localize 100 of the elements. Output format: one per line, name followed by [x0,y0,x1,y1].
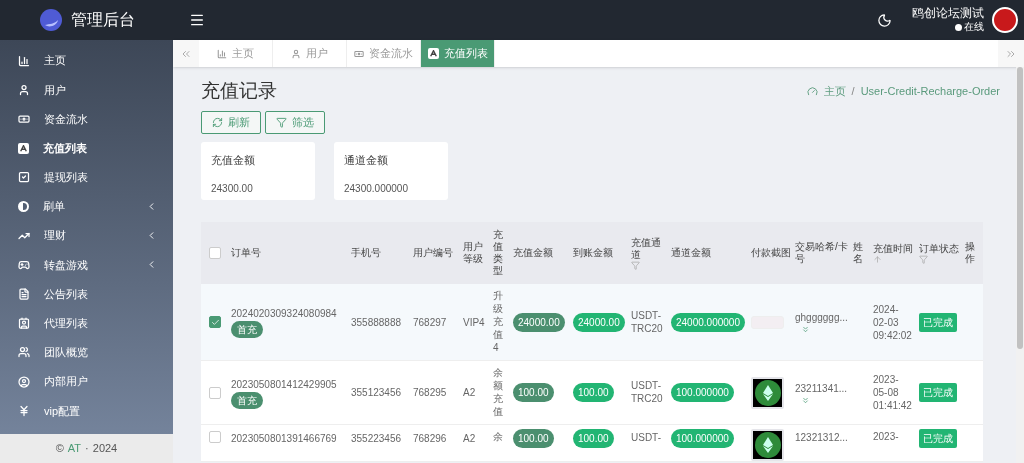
avatar[interactable] [992,7,1018,33]
column-header[interactable]: 交易哈希/卡号 [795,241,849,265]
scroll-right-button[interactable] [998,40,1024,67]
channel-amount-pill: 24000.000000 [671,312,745,332]
sidebar-item[interactable]: 理财 [0,221,173,251]
column-header[interactable]: 充值金额 [513,247,569,259]
online-status: 在线 [964,20,984,34]
user-level: VIP4 [463,316,485,328]
phone-number: 355123456 [351,387,402,398]
column-header[interactable]: 姓名 [853,241,863,265]
sidebar-item[interactable]: vip配置 [0,396,173,426]
order-number: 2023050801391466769 [231,432,338,446]
sidebar-item[interactable]: 刷单 [0,191,173,222]
column-header[interactable]: 到账金额 [573,247,627,259]
transaction-hash: 12321312... [795,431,849,445]
row-checkbox[interactable] [209,316,221,328]
channel-name: USDT-TRC20 [631,379,664,405]
transaction-hash: ghgggggg... [795,311,849,325]
user-level: A2 [463,387,476,398]
filter-icon [276,117,287,128]
recharge-type: 余 [493,430,503,443]
row-checkbox[interactable] [209,386,221,399]
scroll-left-button[interactable] [173,40,199,67]
user-id: 768295 [413,387,447,398]
coin-thumbnail[interactable] [751,429,784,461]
stat-label: 充值金额 [211,153,256,168]
column-header[interactable]: 操作 [965,241,975,265]
column-header[interactable]: 订单状态 [919,242,961,255]
copyright-sign: © [55,441,64,457]
sidebar-item[interactable]: 转盘游戏 [0,250,173,280]
gamepad-icon [18,258,30,271]
filter-icon[interactable] [631,260,640,270]
sidebar-item[interactable]: 充值列表 [0,133,173,163]
received-pill: 100.00 [573,383,614,402]
select-all-checkbox[interactable] [209,247,221,259]
sidebar-item[interactable]: 团队概览 [0,337,173,368]
dashboard-icon [806,85,818,97]
row-checkbox[interactable] [209,431,221,443]
check-icon [210,317,220,327]
refresh-icon [212,117,223,128]
column-header[interactable]: 手机号 [351,247,409,259]
expand-icon[interactable] [801,325,810,334]
contact-card-icon [18,317,30,330]
column-header[interactable]: 订单号 [231,247,347,259]
status-badge: 已完成 [919,312,957,332]
user-level: A2 [463,433,476,444]
banknote-icon [354,48,364,59]
separator-dot: · [85,441,89,457]
phone-number: 355888888 [351,316,402,328]
footer-year: 2024 [92,441,118,457]
expand-icon[interactable] [801,395,810,405]
recharge-type: 升级充值4 [493,289,503,354]
received-pill: 100.00 [573,429,614,448]
group-icon [18,346,30,359]
recharge-date: 2023- [873,430,900,443]
dark-mode-button[interactable] [877,12,892,28]
stat-label: 通道金额 [344,153,389,168]
bar-chart-icon [18,54,30,67]
sidebar-item[interactable]: 主页 [0,46,173,76]
coin-thumbnail[interactable] [751,376,784,409]
column-header[interactable]: 充值通道 [631,236,667,261]
first-charge-tag: 首充 [231,321,263,338]
stat-value: 24300.000000 [344,181,409,196]
column-header[interactable]: 充值类型 [493,229,503,277]
sort-icon[interactable] [873,254,882,264]
channel-name: USDT- [631,431,662,444]
column-header[interactable]: 用户编号 [413,247,459,259]
breadcrumb-current: User-Credit-Recharge-Order [860,83,1000,99]
letter-a-icon [427,48,439,59]
yen-icon [18,404,30,417]
recharge-type: 余额充值 [493,366,503,418]
sidebar-item[interactable]: 公告列表 [0,279,173,309]
filter-icon[interactable] [919,254,928,264]
status-badge: 已完成 [919,429,957,448]
recharge-time: 09:42:02 [873,328,913,342]
status-badge: 已完成 [919,383,957,402]
sidebar-item[interactable]: 资金流水 [0,104,173,134]
column-header[interactable]: 通道金额 [671,247,747,259]
channel-name: USDT-TRC20 [631,308,664,335]
checkbox-icon [18,171,30,184]
amount-pill: 100.00 [513,429,554,448]
channel-amount-pill: 100.000000 [671,383,734,402]
letter-a-icon [18,142,29,154]
column-header[interactable]: 充值时间 [873,242,915,255]
page-title: 充值记录 [201,78,277,103]
recharge-date: 2023-05-08 [873,373,900,399]
user-name: 鸥创论坛测试 [912,6,984,20]
user-circle-icon [18,375,30,388]
sidebar-item[interactable]: 代理列表 [0,308,173,338]
sidebar-item[interactable]: 内部用户 [0,367,173,397]
logo-icon [38,8,63,32]
menu-button[interactable] [189,12,205,28]
phone-number: 355223456 [351,433,402,444]
column-header[interactable]: 付款截图 [751,247,791,259]
transaction-hash: 23211341... [795,381,849,396]
column-header[interactable]: 用户等级 [463,241,489,265]
amount-pill: 24000.00 [513,312,565,332]
sidebar-item[interactable]: 用户 [0,75,173,105]
sidebar-item[interactable]: 提现列表 [0,162,173,192]
document-icon [18,288,30,301]
